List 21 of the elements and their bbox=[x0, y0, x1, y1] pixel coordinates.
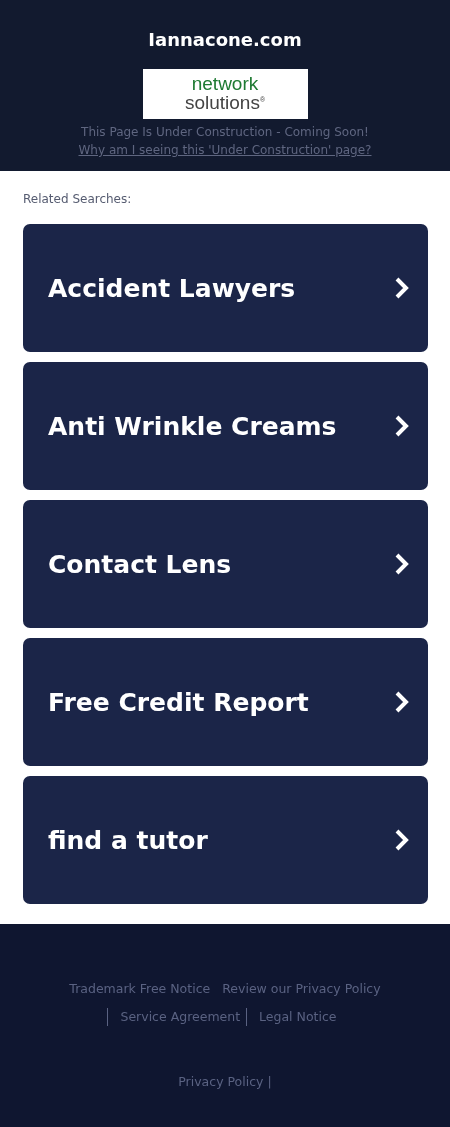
footer-link[interactable]: Trademark Free Notice bbox=[63, 980, 217, 998]
search-link[interactable]: Free Credit Report bbox=[23, 638, 428, 766]
construction-notice: This Page Is Under Construction - Coming Soon! bbox=[81, 124, 369, 141]
chevron-right-icon bbox=[394, 553, 410, 575]
footer-link[interactable]: Legal Notice bbox=[246, 1008, 343, 1026]
info-link[interactable]: Why am I seeing this 'Under Construction' page? bbox=[78, 141, 372, 159]
footer-link[interactable]: Privacy Policy bbox=[178, 1074, 264, 1089]
search-link[interactable]: Anti Wrinkle Creams bbox=[23, 362, 428, 490]
footer-link[interactable]: Review our Privacy Policy bbox=[216, 980, 387, 998]
chevron-right-icon bbox=[394, 691, 410, 713]
separator: | bbox=[267, 1074, 272, 1089]
section-title: Related Searches: bbox=[23, 191, 133, 207]
footer-link[interactable]: Service Agreement bbox=[107, 1008, 247, 1026]
chevron-right-icon bbox=[394, 829, 410, 851]
search-link[interactable]: Accident Lawyers bbox=[23, 224, 428, 352]
search-link[interactable]: find a tutor bbox=[23, 776, 428, 904]
site-domain: Iannacone.com bbox=[148, 28, 302, 52]
chevron-right-icon bbox=[394, 415, 410, 437]
search-link[interactable]: Contact Lens bbox=[23, 500, 428, 628]
logo: network solutions$^{®}$ bbox=[142, 69, 308, 119]
chevron-right-icon bbox=[394, 277, 410, 299]
